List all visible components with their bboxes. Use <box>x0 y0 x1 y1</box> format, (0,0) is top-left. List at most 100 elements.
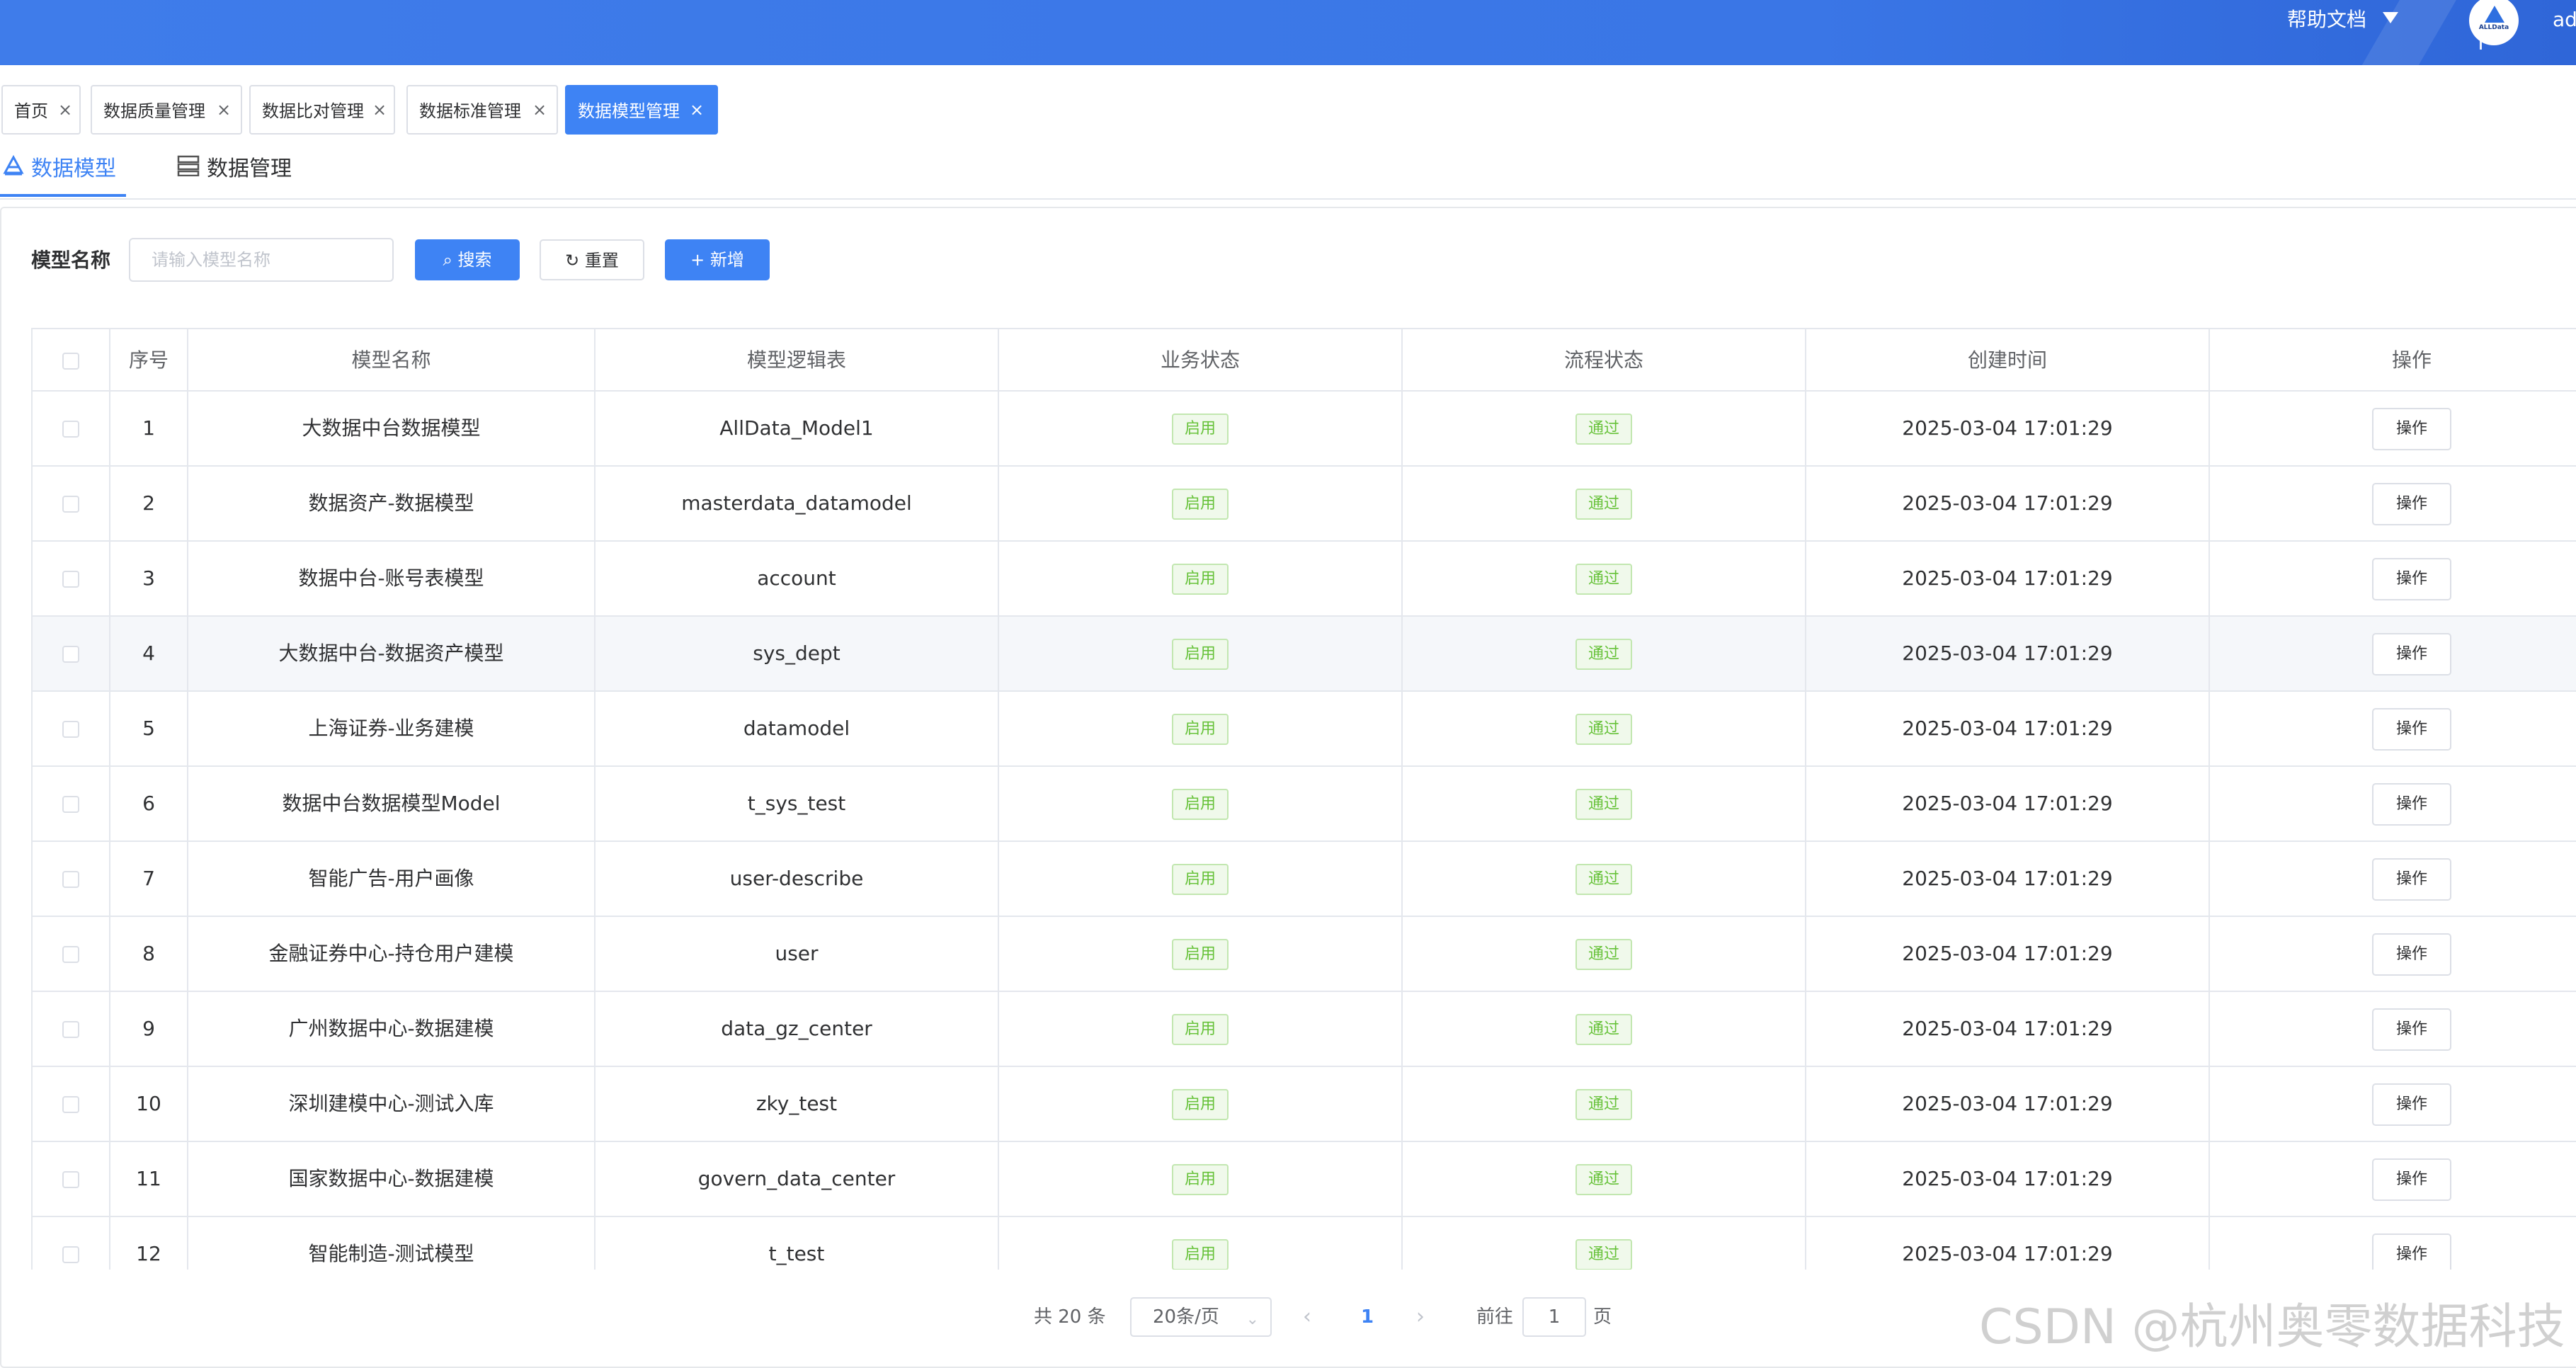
table-row[interactable]: 6 数据中台数据模型Model t_sys_test 启用 通过 2025-03-04 1… <box>31 767 2576 842</box>
close-icon[interactable]: × <box>532 86 547 133</box>
biz-status-badge: 启用 <box>1171 639 1229 670</box>
row-action-button[interactable]: 操作 <box>2372 1233 2451 1270</box>
row-action-button[interactable]: 操作 <box>2372 483 2451 525</box>
cell-actions: 操作 <box>2210 617 2576 690</box>
table-row[interactable]: 3 数据中台-账号表模型 account 启用 通过 2025-03-04 17:01:2… <box>31 542 2576 617</box>
tag-data-standard[interactable]: 数据标准管理 × <box>406 85 558 135</box>
reset-button[interactable]: ↻ 重置 <box>540 239 644 280</box>
row-action-button[interactable]: 操作 <box>2372 1008 2451 1051</box>
model-name-input[interactable] <box>129 238 394 282</box>
cell-created-time: 2025-03-04 17:01:29 <box>1806 992 2210 1066</box>
cell-biz-status: 启用 <box>999 617 1403 690</box>
row-checkbox[interactable] <box>62 1096 79 1113</box>
caret-down-icon[interactable] <box>2383 12 2398 23</box>
biz-status-badge: 启用 <box>1171 1014 1229 1045</box>
row-action-button[interactable]: 操作 <box>2372 558 2451 600</box>
table-row[interactable]: 4 大数据中台-数据资产模型 sys_dept 启用 通过 2025-03-04 17:0… <box>31 617 2576 692</box>
row-checkbox[interactable] <box>62 871 79 888</box>
cell-biz-status: 启用 <box>999 1067 1403 1141</box>
sub-tabs: 数据模型 数据管理 <box>0 149 2576 200</box>
cell-biz-status: 启用 <box>999 542 1403 615</box>
avatar[interactable]: ALLData <box>2469 0 2519 45</box>
cell-index: 7 <box>110 842 188 916</box>
page-size-select[interactable]: 20条/页 ⌄ <box>1130 1297 1272 1337</box>
row-action-button[interactable]: 操作 <box>2372 633 2451 676</box>
table-row[interactable]: 9 广州数据中心-数据建模 data_gz_center 启用 通过 2025-03-04… <box>31 992 2576 1067</box>
biz-status-badge: 启用 <box>1171 714 1229 745</box>
table-row[interactable]: 1 大数据中台数据模型 AllData_Model1 启用 通过 2025-03-04 1… <box>31 392 2576 467</box>
table-row[interactable]: 5 上海证券-业务建模 datamodel 启用 通过 2025-03-04 17:01:… <box>31 692 2576 767</box>
table-body: 1 大数据中台数据模型 AllData_Model1 启用 通过 2025-03-04 1… <box>31 392 2576 1270</box>
cell-biz-status: 启用 <box>999 917 1403 991</box>
cell-flow-status: 通过 <box>1403 617 1806 690</box>
row-checkbox[interactable] <box>62 721 79 738</box>
cell-actions: 操作 <box>2210 992 2576 1066</box>
row-action-button[interactable]: 操作 <box>2372 783 2451 826</box>
page-number-current[interactable]: 1 <box>1361 1296 1374 1338</box>
cell-model-name: 数据中台数据模型Model <box>188 767 595 840</box>
row-checkbox[interactable] <box>62 1171 79 1188</box>
cell-model-name: 智能制造-测试模型 <box>188 1217 595 1270</box>
row-checkbox[interactable] <box>62 571 79 588</box>
tag-data-compare[interactable]: 数据比对管理 × <box>249 85 395 135</box>
table-row[interactable]: 2 数据资产-数据模型 masterdata_datamodel 启用 通过 2025-0… <box>31 467 2576 542</box>
user-name[interactable]: ad <box>2553 0 2576 40</box>
table-row[interactable]: 11 国家数据中心-数据建模 govern_data_center 启用 通过 2025-… <box>31 1142 2576 1217</box>
row-select-cell <box>33 617 110 690</box>
row-checkbox[interactable] <box>62 421 79 438</box>
cell-actions: 操作 <box>2210 392 2576 465</box>
table-row[interactable]: 12 智能制造-测试模型 t_test 启用 通过 2025-03-04 17:01:29… <box>31 1217 2576 1270</box>
close-icon[interactable]: × <box>217 86 231 133</box>
row-checkbox[interactable] <box>62 496 79 513</box>
goto-page-input[interactable] <box>1522 1297 1586 1337</box>
col-header-biz-status: 业务状态 <box>999 329 1403 392</box>
cell-model-name: 国家数据中心-数据建模 <box>188 1142 595 1216</box>
row-action-button[interactable]: 操作 <box>2372 708 2451 751</box>
row-checkbox[interactable] <box>62 1246 79 1263</box>
cell-model-name: 数据中台-账号表模型 <box>188 542 595 615</box>
prev-page-icon[interactable]: ‹ <box>1303 1296 1311 1338</box>
search-button[interactable]: ⌕ 搜索 <box>415 239 520 280</box>
row-checkbox[interactable] <box>62 646 79 663</box>
help-docs-link[interactable]: 帮助文档 <box>2287 0 2366 40</box>
close-icon[interactable]: × <box>372 86 387 133</box>
cell-biz-status: 启用 <box>999 992 1403 1066</box>
next-page-icon[interactable]: › <box>1416 1296 1425 1338</box>
add-button[interactable]: + 新增 <box>665 239 770 280</box>
close-icon[interactable]: × <box>58 86 72 133</box>
row-action-button[interactable]: 操作 <box>2372 1083 2451 1126</box>
biz-status-badge: 启用 <box>1171 789 1229 820</box>
row-checkbox[interactable] <box>62 1021 79 1038</box>
tag-home[interactable]: 首页 × <box>1 85 81 135</box>
row-action-button[interactable]: 操作 <box>2372 1158 2451 1201</box>
active-tab-underline <box>0 194 126 197</box>
row-checkbox[interactable] <box>62 796 79 813</box>
row-select-cell <box>33 842 110 916</box>
table-row[interactable]: 7 智能广告-用户画像 user-describe 启用 通过 2025-03-04 17… <box>31 842 2576 917</box>
tag-data-model[interactable]: 数据模型管理 × <box>565 85 718 135</box>
cell-index: 11 <box>110 1142 188 1216</box>
biz-status-badge: 启用 <box>1171 414 1229 445</box>
row-action-button[interactable]: 操作 <box>2372 408 2451 450</box>
watermark: CSDN @杭州奥零数据科技 <box>1979 1299 2565 1355</box>
cell-flow-status: 通过 <box>1403 542 1806 615</box>
row-action-button[interactable]: 操作 <box>2372 933 2451 976</box>
tab-data-manage[interactable]: 数据管理 <box>177 149 292 198</box>
model-icon <box>3 149 24 190</box>
cell-biz-status: 启用 <box>999 1217 1403 1270</box>
row-action-button[interactable]: 操作 <box>2372 858 2451 901</box>
tag-data-quality[interactable]: 数据质量管理 × <box>91 85 242 135</box>
goto-label: 前往 <box>1476 1306 1514 1328</box>
row-checkbox[interactable] <box>62 946 79 963</box>
tab-data-model[interactable]: 数据模型 <box>3 149 116 198</box>
close-icon[interactable]: × <box>690 86 704 133</box>
table-row[interactable]: 10 深圳建模中心-测试入库 zky_test 启用 通过 2025-03-04 17:0… <box>31 1067 2576 1142</box>
row-select-cell <box>33 1217 110 1270</box>
col-header-index: 序号 <box>110 329 188 392</box>
select-all-checkbox[interactable] <box>62 353 79 370</box>
row-select-cell <box>33 917 110 991</box>
cell-logic-table: AllData_Model1 <box>595 392 999 465</box>
cell-flow-status: 通过 <box>1403 692 1806 765</box>
table-row[interactable]: 8 金融证券中心-持仓用户建模 user 启用 通过 2025-03-04 17:01:2… <box>31 917 2576 992</box>
cell-flow-status: 通过 <box>1403 1067 1806 1141</box>
